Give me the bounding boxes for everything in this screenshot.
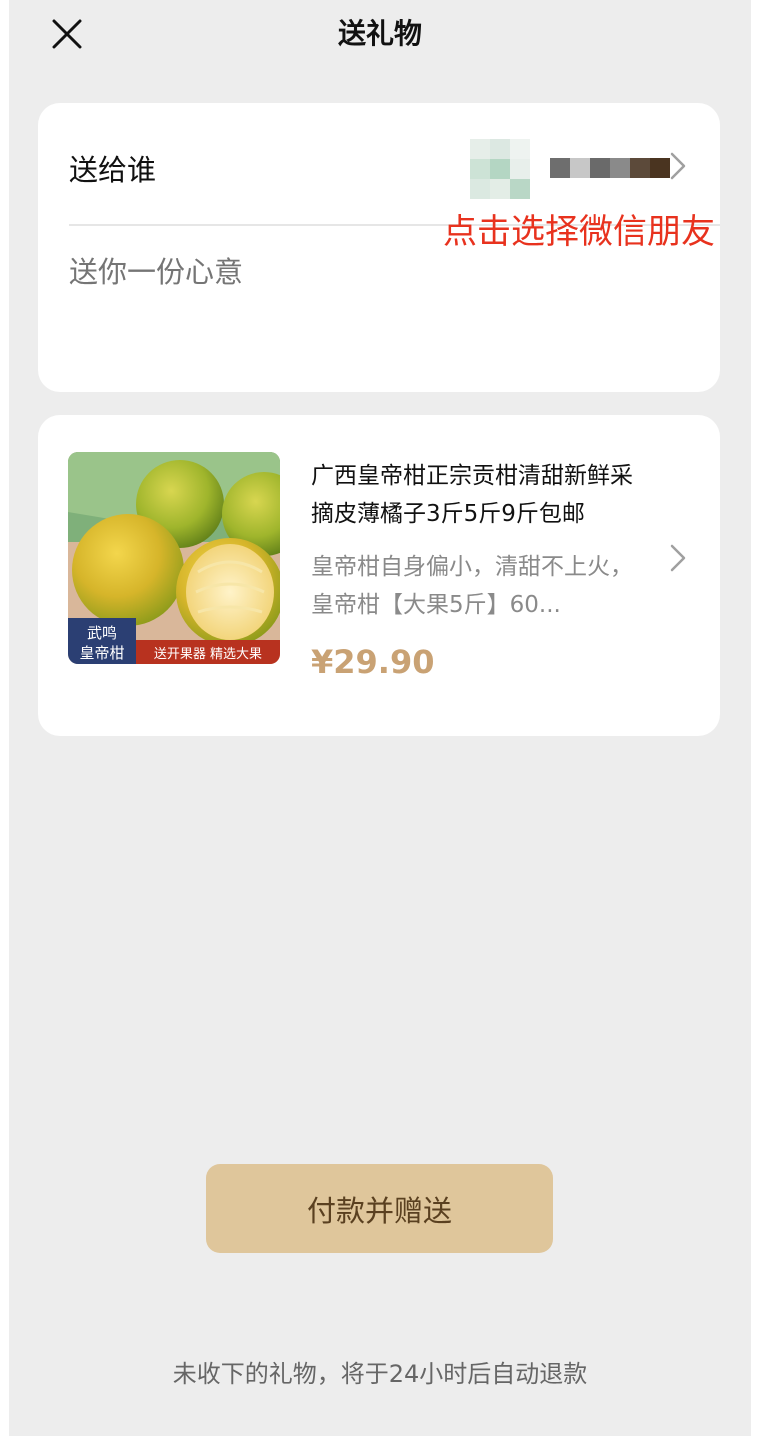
image-badge-bottom: 皇帝柑: [79, 644, 124, 662]
recipient-name-blurred[interactable]: [550, 158, 670, 178]
avatar-pixel: [510, 159, 530, 179]
name-pixel: [590, 158, 610, 178]
name-pixel: [610, 158, 630, 178]
product-description: 皇帝柑自身偏小，清甜不上火，皇帝柑【大果5斤】60...: [311, 554, 633, 618]
image-badge-top: 武鸣: [87, 624, 117, 642]
avatar-pixel: [510, 179, 530, 199]
page-title: 送礼物: [337, 17, 422, 50]
annotation-select-friend: 点击选择微信朋友: [443, 212, 715, 252]
avatar-pixel: [470, 179, 490, 199]
chevron-right-icon[interactable]: [668, 543, 688, 573]
message-input[interactable]: [69, 255, 669, 289]
product-image[interactable]: 武鸣 皇帝柑 送开果器 精选大果: [68, 452, 280, 664]
avatar-pixel: [490, 159, 510, 179]
avatar-pixel: [490, 179, 510, 199]
name-pixel: [630, 158, 650, 178]
avatar-pixel: [470, 159, 490, 179]
avatar-pixel: [510, 139, 530, 159]
image-banner: 送开果器 精选大果: [154, 647, 262, 662]
orange-fruit-image: 武鸣 皇帝柑 送开果器 精选大果: [68, 452, 280, 664]
avatar-pixel: [490, 139, 510, 159]
name-pixel: [550, 158, 570, 178]
refund-note: 未收下的礼物，将于24小时后自动退款: [172, 1360, 588, 1388]
gift-card[interactable]: 武鸣 皇帝柑 送开果器 精选大果 广西皇帝柑正宗贡柑清甜新鲜采摘皮薄橘子3斤5斤…: [38, 415, 720, 736]
chevron-right-icon[interactable]: [668, 151, 688, 181]
recipient-label: 送给谁: [69, 153, 157, 187]
recipient-avatar[interactable]: [470, 139, 530, 199]
name-pixel: [650, 158, 670, 178]
pay-and-send-button[interactable]: 付款并赠送: [206, 1164, 553, 1253]
product-title[interactable]: 广西皇帝柑正宗贡柑清甜新鲜采摘皮薄橘子3斤5斤9斤包邮: [311, 457, 651, 533]
avatar-pixel: [470, 139, 490, 159]
product-price: ¥29.90: [311, 643, 435, 681]
name-pixel: [570, 158, 590, 178]
